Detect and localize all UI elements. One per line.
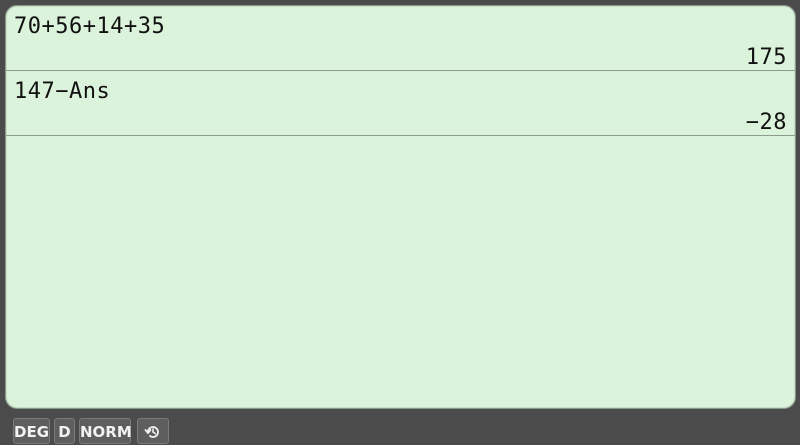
status-bar: DEG D NORM [0, 411, 800, 445]
history-result: −28 [745, 110, 787, 135]
history-expression: 70+56+14+35 [14, 14, 166, 39]
calculator-frame: 70+56+14+35 175 147−Ans −28 DEG D NORM [0, 0, 800, 445]
history-result: 175 [745, 45, 787, 70]
history-icon [144, 426, 159, 438]
calculator-display: 70+56+14+35 175 147−Ans −28 [5, 5, 796, 409]
angle-mode-button[interactable]: DEG [13, 418, 50, 444]
number-format-button[interactable]: NORM [79, 418, 132, 444]
display-mode-button[interactable]: D [54, 418, 75, 444]
history-entry[interactable]: 147−Ans −28 [6, 71, 795, 136]
history-entry[interactable]: 70+56+14+35 175 [6, 6, 795, 71]
history-button[interactable] [137, 418, 169, 444]
history-expression: 147−Ans [14, 79, 111, 104]
